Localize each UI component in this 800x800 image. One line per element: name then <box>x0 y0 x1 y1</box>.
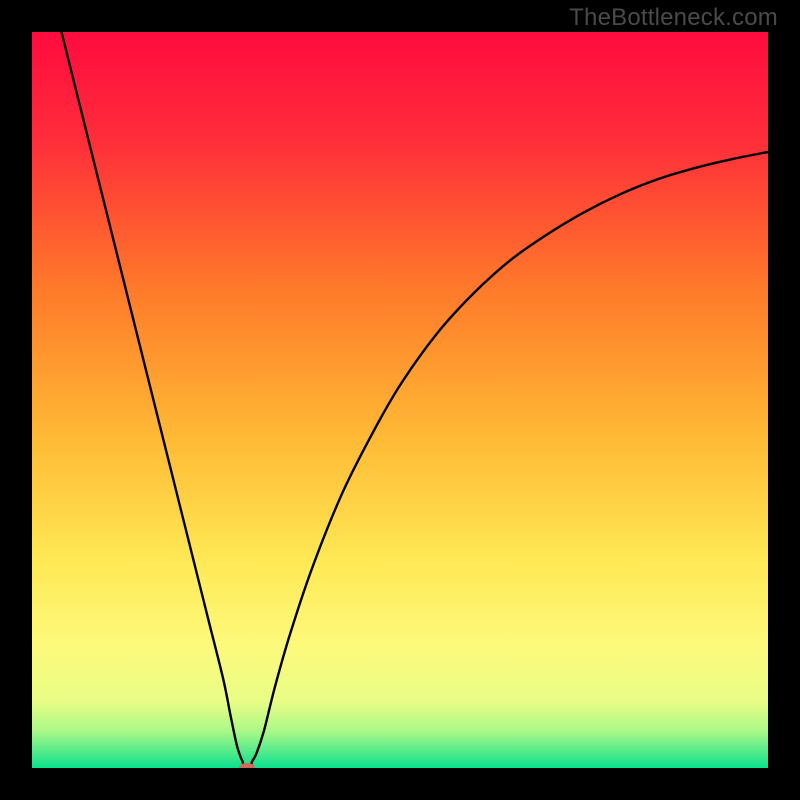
gradient-background <box>32 32 768 768</box>
outer-frame: TheBottleneck.com <box>0 0 800 800</box>
chart-svg <box>32 32 768 768</box>
plot-area <box>32 32 768 768</box>
watermark-text: TheBottleneck.com <box>569 4 778 32</box>
